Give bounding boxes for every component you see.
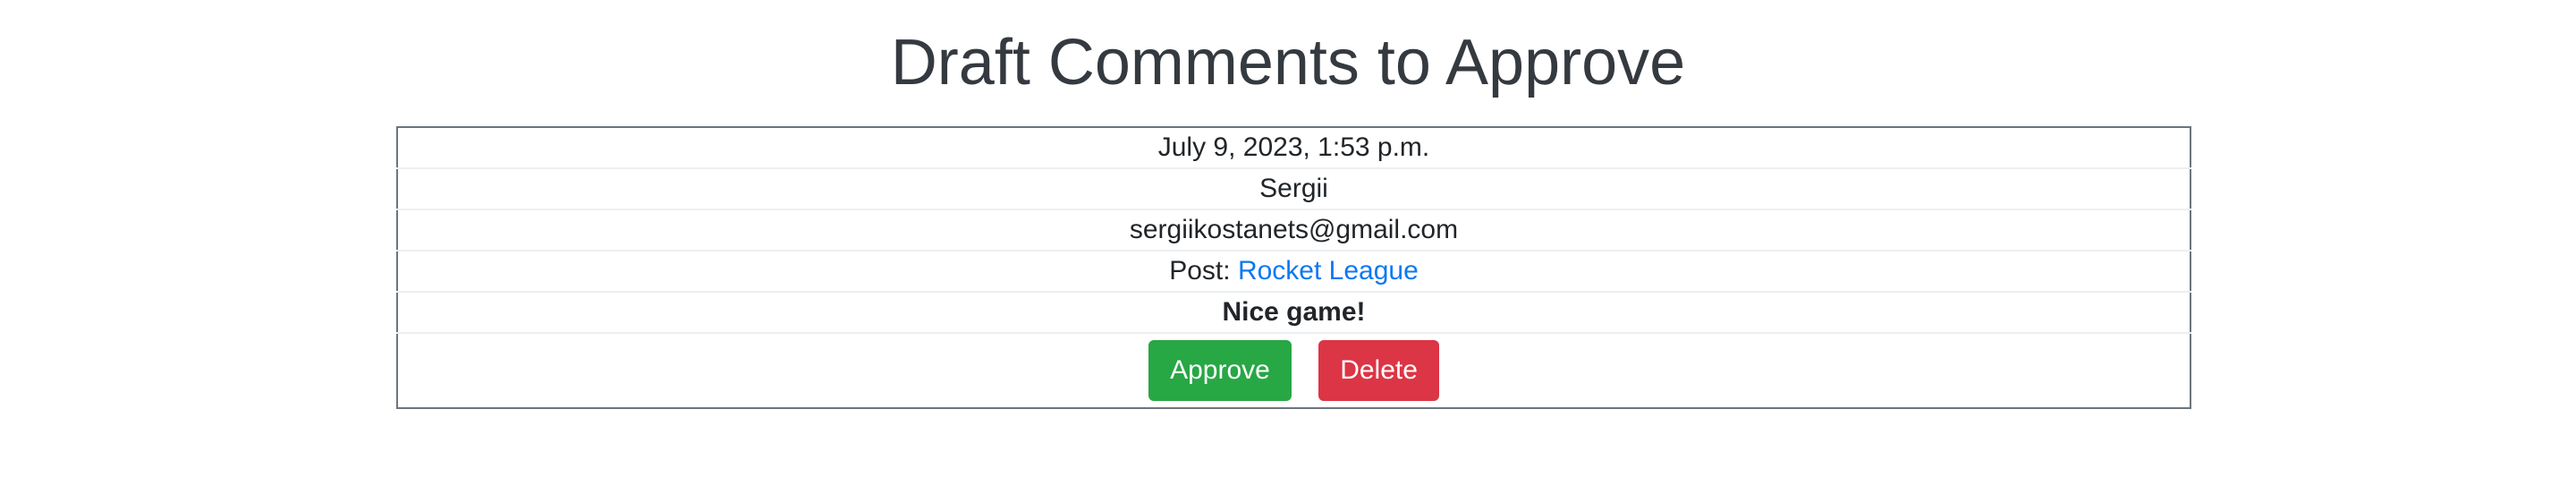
delete-button[interactable]: Delete [1318,340,1439,401]
draft-comment-table: July 9, 2023, 1:53 p.m. Sergii sergiikos… [396,126,2191,409]
comment-actions: Approve Delete [397,333,2190,408]
comment-email-row: sergiikostanets@gmail.com [397,209,2190,252]
comment-email: sergiikostanets@gmail.com [397,209,2190,252]
page-title: Draft Comments to Approve [890,27,1686,98]
post-label: Post: [1169,256,1238,286]
comment-author-row: Sergii [397,168,2190,210]
comment-date-row: July 9, 2023, 1:53 p.m. [397,127,2190,169]
comment-author: Sergii [397,168,2190,210]
comment-text-row: Nice game! [397,292,2190,334]
approve-button[interactable]: Approve [1148,340,1292,401]
comment-text: Nice game! [397,292,2190,334]
comment-post-row: Post: Rocket League [397,251,2190,293]
comment-post-cell: Post: Rocket League [397,251,2190,293]
comment-date: July 9, 2023, 1:53 p.m. [397,127,2190,169]
post-link[interactable]: Rocket League [1238,256,1419,286]
comment-actions-row: Approve Delete [397,333,2190,408]
